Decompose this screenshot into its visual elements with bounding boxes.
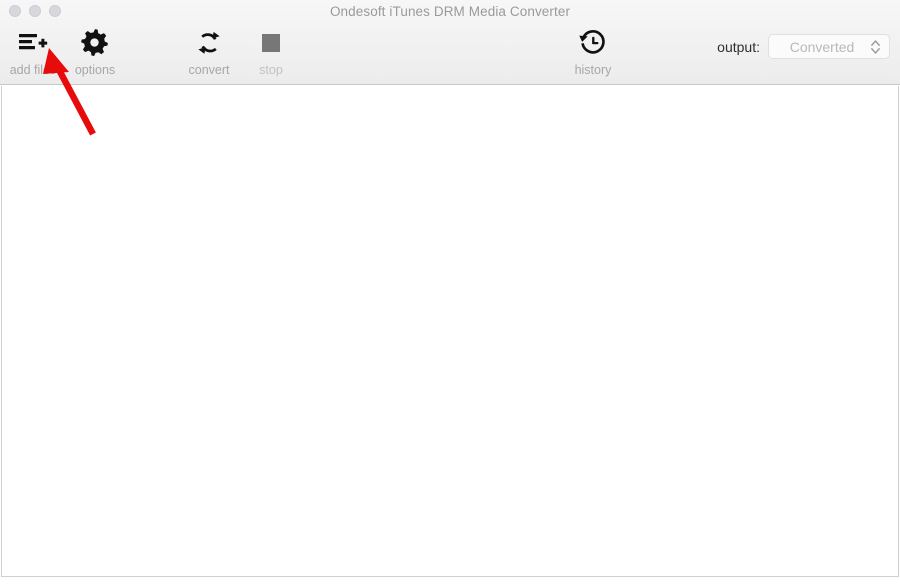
titlebar-toolbar: Ondesoft iTunes DRM Media Converter add … [0,0,900,85]
toolbar-group-middle: convert stop [178,26,302,77]
output-label: output: [717,38,760,55]
stop-square-icon [261,26,281,60]
window-title: Ondesoft iTunes DRM Media Converter [329,4,571,19]
stop-button[interactable]: stop [240,26,302,77]
convert-button[interactable]: convert [178,26,240,77]
convert-label: convert [188,63,230,77]
application-window: Ondesoft iTunes DRM Media Converter add … [0,0,900,585]
options-label: options [74,63,116,77]
gear-icon [80,26,110,60]
file-list-area[interactable] [1,86,899,577]
chevron-updown-icon[interactable] [870,38,881,56]
toolbar-group-left: add files options [2,26,126,77]
output-area: output: Converted [717,34,890,59]
stop-label: stop [259,63,283,77]
options-button[interactable]: options [64,26,126,77]
refresh-icon [195,26,223,60]
history-label: history [574,63,612,77]
add-files-button[interactable]: add files [2,26,64,77]
history-button[interactable]: history [562,26,624,77]
clock-history-icon [578,26,608,60]
output-select[interactable]: Converted [768,34,890,59]
add-files-icon [18,26,48,60]
add-files-label: add files [9,63,57,77]
output-select-value: Converted [789,38,855,55]
toolbar-group-history: history [562,26,624,77]
